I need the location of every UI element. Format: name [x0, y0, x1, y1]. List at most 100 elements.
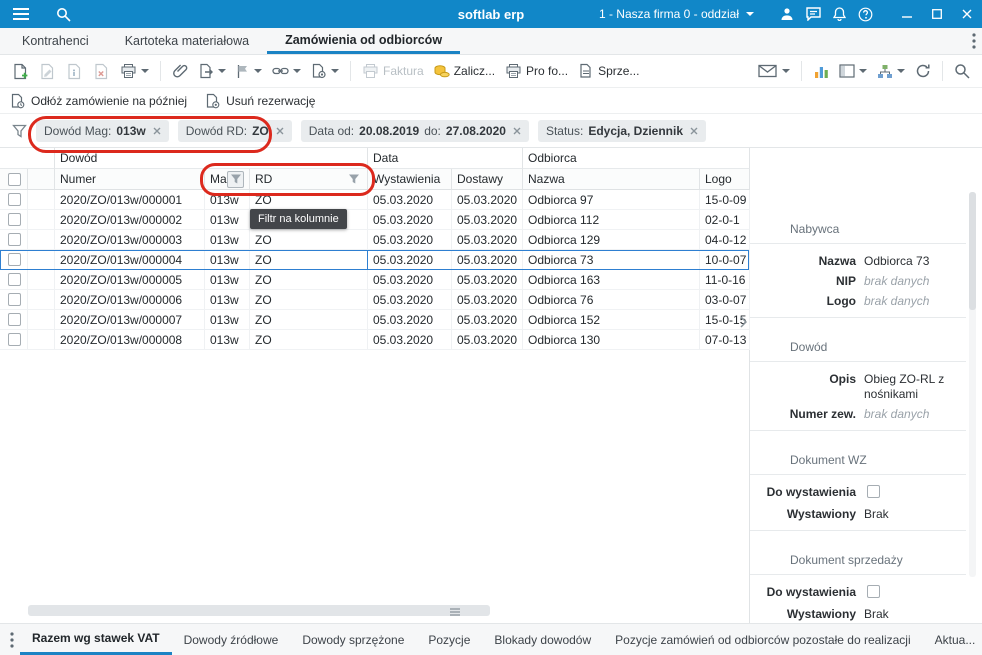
export-document-button[interactable]	[194, 58, 230, 84]
field-label: Wystawiony	[786, 506, 856, 521]
grid-group-header-row: Dowód Data Odbiorca	[0, 148, 750, 169]
document-actions-button[interactable]	[307, 58, 343, 84]
bottom-tab-blokady-dowod-w[interactable]: Blokady dowodów	[482, 624, 603, 655]
maximize-button[interactable]	[922, 0, 952, 28]
table-row[interactable]: 2020/ZO/013w/000006 013w ZO 05.03.2020 05.03…	[0, 290, 750, 310]
row-checkbox[interactable]	[8, 313, 21, 326]
table-row[interactable]: 2020/ZO/013w/000008 013w ZO 05.03.2020 05.03…	[0, 330, 750, 350]
user-icon[interactable]	[774, 0, 800, 28]
flag-button[interactable]	[232, 58, 266, 84]
table-row[interactable]: 2020/ZO/013w/000001 013w ZO 05.03.2020 05.03…	[0, 190, 750, 210]
column-header-nazwa[interactable]: Nazwa	[523, 169, 700, 190]
tab-kontrahenci[interactable]: Kontrahenci	[4, 28, 107, 54]
column-header-numer[interactable]: Numer	[55, 169, 205, 190]
column-header-dostawy[interactable]: Dostawy	[452, 169, 523, 190]
attachment-button[interactable]	[168, 58, 192, 84]
row-checkbox[interactable]	[8, 233, 21, 246]
cell-numer: 2020/ZO/013w/000003	[55, 230, 205, 250]
table-row[interactable]: 2020/ZO/013w/000002013wZO05.03.202005.03…	[0, 210, 750, 230]
row-checkbox[interactable]	[8, 273, 21, 286]
chip-close-icon[interactable]	[690, 127, 698, 135]
row-checkbox[interactable]	[8, 213, 21, 226]
table-row[interactable]: 2020/ZO/013w/000005 013w ZO 05.03.2020 05.03…	[0, 270, 750, 290]
remove-reservation-button[interactable]: Usuń rezerwację	[205, 93, 315, 109]
bottom-menu-icon[interactable]	[4, 624, 20, 655]
detail-field: Opis Obieg ZO-RL z nośnikami	[750, 369, 966, 404]
chat-icon[interactable]	[800, 0, 826, 28]
chevron-down-icon	[897, 69, 905, 73]
column-filter-icon[interactable]	[227, 170, 244, 188]
delete-document-button	[89, 58, 114, 84]
filter-funnel-icon[interactable]	[12, 124, 27, 138]
company-selector[interactable]: 1 - Nasza firma 0 - oddział	[599, 7, 754, 21]
details-scrollbar[interactable]	[969, 192, 976, 577]
grid-search-button[interactable]	[950, 58, 974, 84]
table-row[interactable]: 2020/ZO/013w/000004 013w ZO 05.03.2020 05.03…	[0, 250, 750, 270]
select-all-checkbox[interactable]	[8, 172, 21, 186]
zaliczka-button[interactable]: Zalicz...	[430, 58, 499, 84]
search-icon[interactable]	[50, 0, 76, 28]
workflow-button[interactable]	[873, 58, 909, 84]
minimize-button[interactable]	[892, 0, 922, 28]
tab-overflow-menu-icon[interactable]	[972, 28, 976, 54]
row-checkbox[interactable]	[8, 333, 21, 346]
horizontal-scrollbar[interactable]	[0, 605, 747, 617]
filter-chip-text: ZO	[252, 123, 269, 138]
sprzedaz-button[interactable]: Sprze...	[574, 58, 643, 84]
column-header-rd[interactable]: RD	[250, 169, 368, 190]
column-header-wystawienia[interactable]: Wystawienia	[368, 169, 452, 190]
faktura-button: Faktura	[358, 58, 428, 84]
row-checkbox[interactable]	[8, 293, 21, 306]
action-bar: Odłóż zamówienie na później Usuń rezerwa…	[0, 88, 982, 114]
cell-nazwa: Odbiorca 76	[523, 290, 700, 310]
field-checkbox[interactable]	[867, 584, 880, 598]
column-header-mag[interactable]: Mag	[205, 169, 250, 190]
splitter-grip[interactable]	[450, 608, 460, 616]
table-row[interactable]: 2020/ZO/013w/000007 013w ZO 05.03.2020 05.03…	[0, 310, 750, 330]
row-checkbox[interactable]	[8, 253, 21, 266]
chip-close-icon[interactable]	[513, 127, 521, 135]
refresh-button[interactable]	[911, 58, 935, 84]
chip-close-icon[interactable]	[153, 127, 161, 135]
cell-nazwa: Odbiorca 129	[523, 230, 700, 250]
filter-chip[interactable]: Data od: 20.08.2019 do: 27.08.2020	[300, 119, 529, 142]
new-document-button[interactable]	[8, 58, 33, 84]
filter-chip[interactable]: Dowód Mag: 013w	[36, 119, 169, 142]
details-scrollbar-thumb[interactable]	[969, 192, 976, 310]
bottom-tab-pozycje-zam-wie-od-odbiorc-w-pozosta-e-do-realizacji[interactable]: Pozycje zamówień od odbiorców pozostałe …	[603, 624, 923, 655]
panel-expander-icon[interactable]	[739, 316, 748, 331]
filter-bar: Dowód Mag: 013w Dowód RD: ZO Data od: 20.08.2…	[0, 114, 982, 148]
bottom-tab-dowody-sprz-one[interactable]: Dowody sprzężone	[290, 624, 416, 655]
row-checkbox[interactable]	[8, 193, 21, 206]
chart-button[interactable]	[809, 58, 833, 84]
chip-close-icon[interactable]	[276, 127, 284, 135]
tab-zam-wienia-od-odbiorc-w[interactable]: Zamówienia od odbiorców	[267, 28, 461, 54]
bottom-tab-pozycje[interactable]: Pozycje	[416, 624, 482, 655]
hamburger-menu-icon[interactable]	[8, 0, 34, 28]
cell-dostawy: 05.03.2020	[452, 190, 523, 210]
link-documents-button[interactable]	[268, 58, 305, 84]
column-filter-icon[interactable]	[345, 171, 362, 188]
bell-icon[interactable]	[826, 0, 852, 28]
close-button[interactable]	[952, 0, 982, 28]
tab-kartoteka-materia-owa[interactable]: Kartoteka materiałowa	[107, 28, 267, 54]
filter-chip[interactable]: Dowód RD: ZO	[177, 119, 292, 142]
horizontal-scrollbar-thumb[interactable]	[28, 605, 490, 616]
bottom-tab-razem-wg-stawek-vat[interactable]: Razem wg stawek VAT	[20, 624, 172, 655]
field-checkbox-wrap	[864, 584, 880, 602]
table-row[interactable]: 2020/ZO/013w/000003 013w ZO 05.03.2020 05.03…	[0, 230, 750, 250]
layout-panels-button[interactable]	[835, 58, 871, 84]
column-filter-tooltip: Filtr na kolumnie	[250, 209, 347, 229]
field-checkbox[interactable]	[867, 484, 880, 498]
bottom-tab-dowody-r-d-owe[interactable]: Dowody źródłowe	[172, 624, 291, 655]
section-title: Nabywca	[790, 222, 840, 236]
help-icon[interactable]	[852, 0, 878, 28]
filter-chip[interactable]: Status: Edycja, Dziennik	[537, 119, 707, 142]
bottom-tab-aktua[interactable]: Aktua...	[923, 624, 982, 655]
column-header-logo[interactable]: Logo	[700, 169, 750, 190]
defer-order-button[interactable]: Odłóż zamówienie na później	[10, 93, 187, 109]
group-header-odbiorca: Odbiorca	[523, 148, 750, 169]
send-email-button[interactable]	[754, 58, 794, 84]
proforma-button[interactable]: Pro fo...	[501, 58, 572, 84]
print-button[interactable]	[116, 58, 153, 84]
